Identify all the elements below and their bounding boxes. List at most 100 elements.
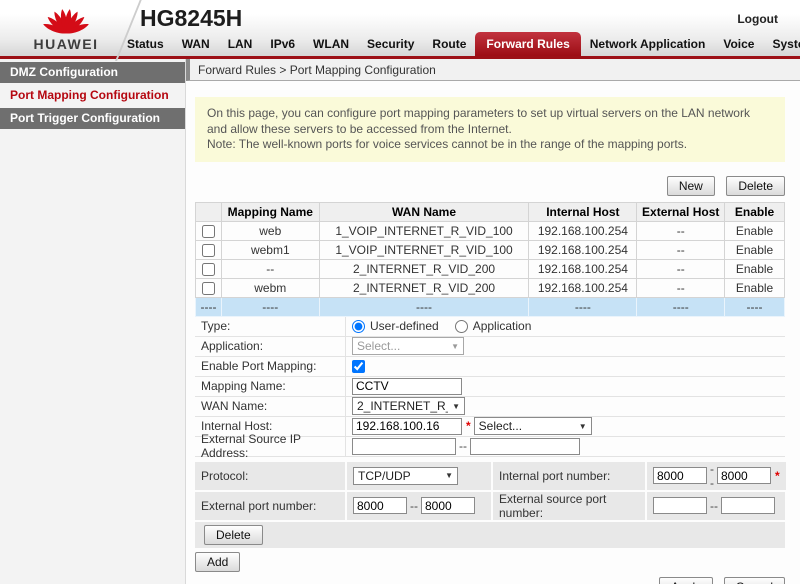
port-rule-row-1: Protocol: TCP/UDP ▼ Internal port number… <box>195 461 786 490</box>
page-title: HG8245H <box>140 5 243 31</box>
info-line-1: On this page, you can configure port map… <box>207 106 750 136</box>
external-source-port-from-input[interactable] <box>653 497 707 515</box>
sidebar: DMZ Configuration Port Mapping Configurat… <box>0 59 185 584</box>
row-select-checkbox[interactable] <box>201 224 215 238</box>
header-enable: Enable <box>724 201 785 222</box>
type-application-label: Application <box>472 319 532 334</box>
internal-port-label: Internal port number: <box>493 461 645 490</box>
tab-system-tools[interactable]: System Tools <box>763 32 800 56</box>
table-header: Mapping Name WAN Name Internal Host Exte… <box>195 201 785 222</box>
huawei-flower-icon <box>42 8 90 36</box>
tab-ipv6[interactable]: IPv6 <box>261 32 304 56</box>
chevron-down-icon: ▼ <box>445 471 453 481</box>
internal-host-select[interactable]: Select... ▼ <box>473 417 592 436</box>
mapping-name-label: Mapping Name: <box>201 379 286 394</box>
sidebar-item-dmz-configuration[interactable]: DMZ Configuration <box>0 62 185 83</box>
range-separator: -- <box>459 439 467 454</box>
new-button[interactable]: New <box>666 175 715 196</box>
table-row: webm1 1_VOIP_INTERNET_R_VID_100 192.168.10… <box>195 239 785 260</box>
logout-link[interactable]: Logout <box>737 12 778 26</box>
cancel-button[interactable]: Cancel <box>723 576 785 584</box>
form-row-type: Type: User-defined Application <box>195 316 785 337</box>
application-select[interactable]: Select... ▼ <box>352 337 464 356</box>
form-row-enable: Enable Port Mapping: <box>195 356 785 377</box>
info-box: On this page, you can configure port map… <box>195 97 785 162</box>
external-port-from-input[interactable] <box>353 497 407 515</box>
external-source-ip-label: External Source IP Address: <box>201 432 301 461</box>
row-select-checkbox[interactable] <box>201 243 215 257</box>
wan-name-label: WAN Name: <box>201 399 268 414</box>
breadcrumb: Forward Rules > Port Mapping Configurati… <box>186 59 800 81</box>
mapping-form: Type: User-defined Application Applicati… <box>195 316 785 461</box>
protocol-label: Protocol: <box>195 461 345 490</box>
form-row-wan-name: WAN Name: 2_INTERNET_R_VID_200 ▼ <box>195 396 785 417</box>
apply-button[interactable]: Apply <box>659 576 714 584</box>
sidebar-item-port-trigger-configuration[interactable]: Port Trigger Configuration <box>0 108 185 129</box>
header-internal-host: Internal Host <box>528 201 638 222</box>
range-separator: -- <box>410 498 418 513</box>
type-application-radio[interactable] <box>454 319 468 333</box>
tab-wan[interactable]: WAN <box>173 32 219 56</box>
type-label: Type: <box>201 319 231 334</box>
tab-route[interactable]: Route <box>423 32 475 56</box>
form-row-external-source-ip: External Source IP Address: -- <box>195 432 785 461</box>
table-row-selected[interactable]: ---- ---- ---- ---- ---- ---- <box>195 296 785 317</box>
internal-port-to-input[interactable] <box>717 467 771 485</box>
delete-rule-button[interactable]: Delete <box>204 524 263 545</box>
protocol-select[interactable]: TCP/UDP ▼ <box>353 466 458 485</box>
main: DMZ Configuration Port Mapping Configurat… <box>0 59 800 584</box>
table-actions: New Delete <box>195 175 785 196</box>
header-mapping-name: Mapping Name <box>220 201 320 222</box>
required-asterisk: * <box>466 419 471 434</box>
chevron-down-icon: ▼ <box>452 401 460 411</box>
application-label: Application: <box>201 339 264 354</box>
mapping-table-body: web 1_VOIP_INTERNET_R_VID_100 192.168.100.… <box>195 220 785 317</box>
header-select <box>195 201 222 222</box>
wan-name-select[interactable]: 2_INTERNET_R_VID_200 ▼ <box>352 397 465 416</box>
tab-status[interactable]: Status <box>118 32 173 56</box>
tab-forward-rules[interactable]: Forward Rules <box>475 32 581 56</box>
tab-wlan[interactable]: WLAN <box>304 32 358 56</box>
add-row: Add <box>195 551 790 572</box>
delete-rows-button[interactable]: Delete <box>726 175 785 196</box>
port-rule-row-2: External port number: -- External source… <box>195 491 785 520</box>
table-row: web 1_VOIP_INTERNET_R_VID_100 192.168.100.… <box>195 220 785 241</box>
header-external-host: External Host <box>636 201 726 222</box>
form-row-application: Application: Select... ▼ <box>195 336 785 357</box>
external-source-ip-to-input[interactable] <box>470 437 580 455</box>
external-port-label: External port number: <box>195 491 345 520</box>
add-button[interactable]: Add <box>195 551 241 572</box>
row-select-checkbox[interactable] <box>201 281 215 295</box>
tab-security[interactable]: Security <box>358 32 423 56</box>
content: Forward Rules > Port Mapping Configurati… <box>185 59 800 584</box>
mapping-name-input[interactable] <box>352 377 462 395</box>
external-source-port-to-input[interactable] <box>721 497 775 515</box>
port-rule-section: Protocol: TCP/UDP ▼ Internal port number… <box>195 461 786 548</box>
row-select-checkbox[interactable] <box>201 262 215 276</box>
header: HUAWEI HG8245H Logout Status WAN LAN IPv6 WL… <box>0 0 800 61</box>
form-row-mapping-name: Mapping Name: <box>195 376 785 397</box>
internal-port-from-input[interactable] <box>653 467 707 485</box>
type-user-defined-label: User-defined <box>370 319 439 334</box>
info-line-2: Note: The well-known ports for voice ser… <box>207 137 688 152</box>
port-mapping-table: Mapping Name WAN Name Internal Host Exte… <box>195 201 785 317</box>
sidebar-item-port-mapping-configuration[interactable]: Port Mapping Configuration <box>0 85 185 106</box>
tab-lan[interactable]: LAN <box>219 32 262 56</box>
external-source-port-label: External source port number: <box>493 491 645 520</box>
port-rule-delete-row: Delete <box>195 521 785 548</box>
table-row: -- 2_INTERNET_R_VID_200 192.168.100.254 -- E… <box>195 258 785 279</box>
nav-tabs: Status WAN LAN IPv6 WLAN Security Route Forward… <box>118 32 800 56</box>
form-actions: Apply Cancel <box>195 576 785 584</box>
enable-port-mapping-checkbox[interactable] <box>352 359 365 373</box>
external-source-ip-from-input[interactable] <box>352 437 456 455</box>
table-row: webm 2_INTERNET_R_VID_200 192.168.100.254-… <box>195 277 785 298</box>
enable-label: Enable Port Mapping: <box>201 359 317 374</box>
type-user-defined-radio[interactable] <box>352 319 365 333</box>
huawei-logo: HUAWEI <box>16 2 116 52</box>
external-port-to-input[interactable] <box>421 497 475 515</box>
chevron-down-icon: ▼ <box>451 341 459 351</box>
tab-network-application[interactable]: Network Application <box>581 32 715 56</box>
header-wan-name: WAN Name <box>318 201 530 222</box>
tab-voice[interactable]: Voice <box>714 32 763 56</box>
internal-host-input[interactable] <box>352 417 462 435</box>
